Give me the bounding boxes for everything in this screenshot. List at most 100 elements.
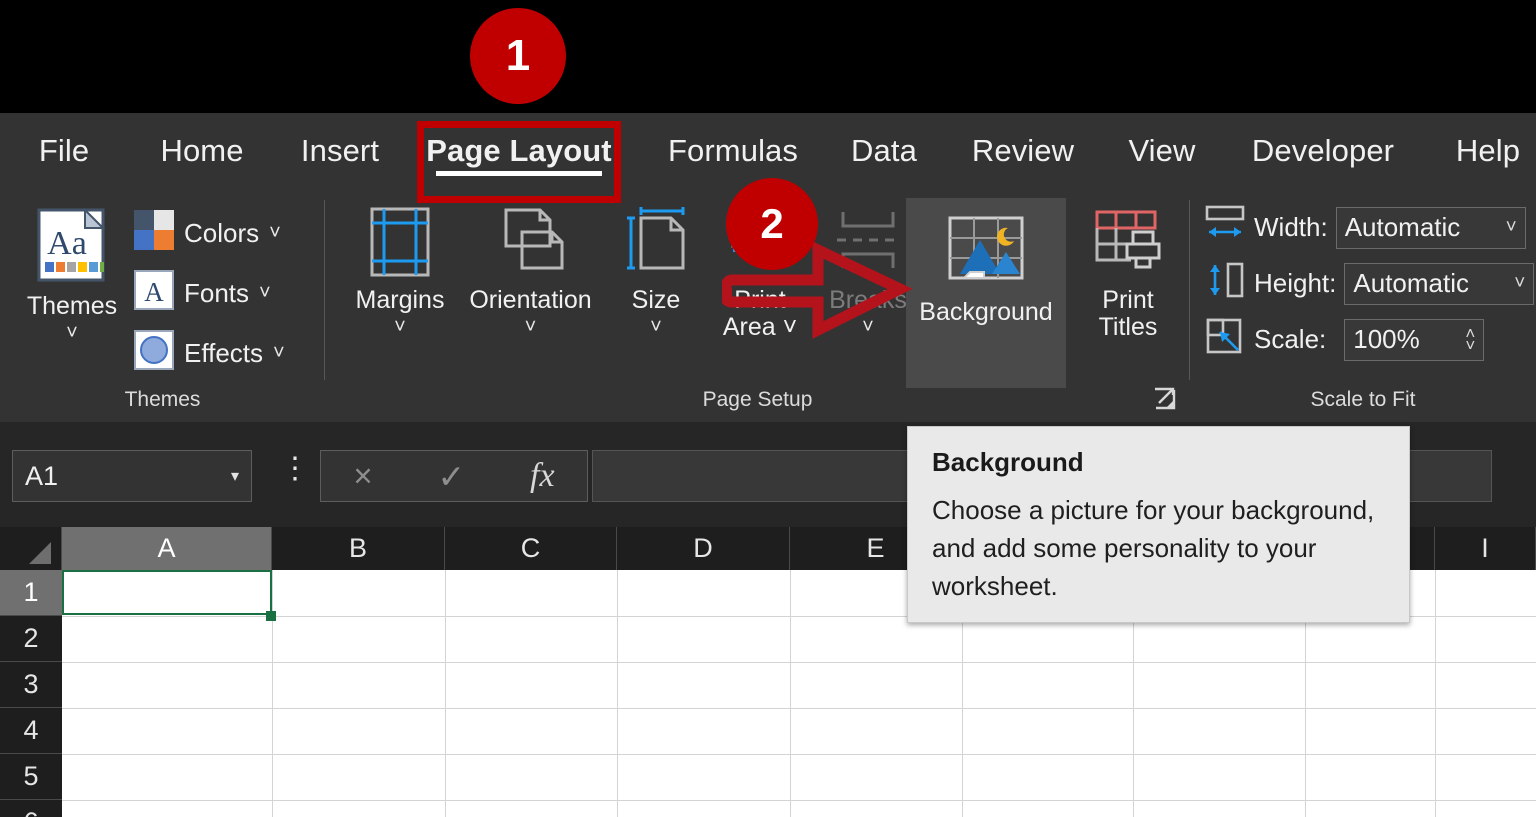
width-icon — [1204, 204, 1246, 251]
size-button-label: Size — [632, 287, 681, 313]
print-titles-button[interactable]: Print Titles — [1078, 206, 1178, 340]
colors-icon — [134, 210, 174, 257]
column-header-C[interactable]: C — [445, 527, 617, 570]
grid-vertical-line — [1435, 570, 1436, 817]
orientation-button[interactable]: Orientation ˅ — [458, 206, 603, 337]
ribbon-tab-label: Formulas — [668, 133, 798, 169]
ribbon-tab-insert[interactable]: Insert — [285, 113, 395, 188]
grid-horizontal-line — [62, 754, 1536, 755]
colors-chevron-down-icon[interactable]: ˅ — [269, 222, 281, 245]
ribbon-tab-label: View — [1128, 133, 1195, 169]
themes-button[interactable]: Aa Themes ˅ — [18, 206, 126, 343]
select-all-corner[interactable] — [0, 527, 62, 570]
ribbon-tab-developer[interactable]: Developer — [1238, 113, 1408, 188]
column-header-B[interactable]: B — [272, 527, 445, 570]
confirm-icon[interactable]: ✓ — [438, 457, 466, 496]
effects-button[interactable]: Effects ˅ — [134, 330, 285, 377]
ribbon-tab-label: Developer — [1252, 133, 1394, 169]
cancel-icon[interactable]: × — [353, 457, 372, 495]
margins-button[interactable]: Margins ˅ — [345, 206, 455, 337]
ribbon-tab-label: Data — [851, 133, 917, 169]
grid-horizontal-line — [62, 662, 1536, 663]
row-header-1[interactable]: 1 — [0, 570, 62, 616]
ribbon-tab-data[interactable]: Data — [840, 113, 928, 188]
group-separator — [324, 200, 325, 380]
themes-button-label: Themes — [27, 293, 117, 319]
formula-bar-more-icon[interactable]: ⋮ — [280, 458, 298, 481]
colors-button[interactable]: Colors ˅ — [134, 210, 281, 257]
themes-chevron-down-icon[interactable]: ˅ — [66, 323, 78, 343]
column-header-A[interactable]: A — [62, 527, 272, 570]
size-button[interactable]: Size ˅ — [608, 206, 704, 337]
margins-button-label: Margins — [356, 287, 445, 313]
scale-stepper[interactable]: 100% ˄ ˅ — [1344, 319, 1484, 361]
height-label: Height: — [1254, 268, 1336, 299]
name-box-value: A1 — [25, 461, 58, 492]
row-header-4[interactable]: 4 — [0, 708, 62, 754]
grid-horizontal-line — [62, 708, 1536, 709]
print-titles-button-label-line1: Print — [1102, 287, 1153, 313]
row-header-3[interactable]: 3 — [0, 662, 62, 708]
fonts-button-label: Fonts — [184, 278, 249, 309]
orientation-button-label: Orientation — [469, 287, 591, 313]
width-chevron-down-icon[interactable]: ˅ — [1506, 217, 1517, 239]
ribbon-tab-formulas[interactable]: Formulas — [653, 113, 813, 188]
name-box-chevron-down-icon[interactable]: ▾ — [231, 466, 239, 486]
svg-text:A: A — [144, 277, 164, 307]
ribbon-group-label-page-setup: Page Setup — [325, 388, 1190, 412]
print-titles-icon — [1091, 206, 1165, 283]
column-header-I[interactable]: I — [1435, 527, 1536, 570]
size-icon — [619, 206, 693, 283]
svg-text:Aa: Aa — [47, 225, 87, 262]
insert-function-icon[interactable]: fx — [530, 457, 555, 495]
height-select[interactable]: Automatic ˅ — [1344, 263, 1534, 305]
ribbon-tab-bar: FileHomeInsertPage LayoutFormulasDataRev… — [0, 113, 1536, 188]
fonts-button[interactable]: A Fonts ˅ — [134, 270, 271, 317]
tooltip-body: Choose a picture for your background, an… — [932, 492, 1385, 606]
background-button-label: Background — [919, 299, 1052, 325]
orientation-chevron-down-icon[interactable]: ˅ — [525, 317, 537, 337]
margins-icon — [366, 206, 434, 283]
colors-button-label: Colors — [184, 218, 259, 249]
ribbon-tab-review[interactable]: Review — [962, 113, 1084, 188]
scale-down-icon[interactable]: ˅ — [1465, 340, 1475, 351]
width-value: Automatic — [1345, 212, 1461, 243]
fonts-chevron-down-icon[interactable]: ˅ — [259, 282, 271, 305]
ribbon-tab-label: Home — [160, 133, 243, 169]
step-1-badge: 1 — [470, 8, 566, 104]
print-titles-button-label-line2: Titles — [1099, 314, 1158, 340]
formula-bar-buttons: × ✓ fx — [320, 450, 588, 502]
grid-vertical-line — [445, 570, 446, 817]
ribbon-tab-home[interactable]: Home — [138, 113, 266, 188]
themes-icon: Aa — [33, 206, 111, 289]
row-header-6[interactable]: 6 — [0, 800, 62, 817]
background-tooltip: Background Choose a picture for your bac… — [907, 426, 1410, 623]
fill-handle[interactable] — [266, 611, 276, 621]
scale-icon — [1204, 316, 1246, 363]
orientation-icon — [494, 206, 568, 283]
row-header-5[interactable]: 5 — [0, 754, 62, 800]
size-chevron-down-icon[interactable]: ˅ — [650, 317, 662, 337]
background-button[interactable]: Background — [906, 198, 1066, 388]
name-box[interactable]: A1 ▾ — [12, 450, 252, 502]
height-value: Automatic — [1353, 268, 1469, 299]
grid-horizontal-line — [62, 800, 1536, 801]
column-header-D[interactable]: D — [617, 527, 790, 570]
effects-chevron-down-icon[interactable]: ˅ — [273, 342, 285, 365]
height-chevron-down-icon[interactable]: ˅ — [1514, 273, 1525, 295]
width-select[interactable]: Automatic ˅ — [1336, 207, 1526, 249]
step-2-badge: 2 — [726, 178, 818, 270]
scale-percent-row: Scale: 100% ˄ ˅ — [1204, 316, 1484, 363]
grid-vertical-line — [790, 570, 791, 817]
scale-spinner[interactable]: ˄ ˅ — [1465, 328, 1475, 350]
step-2-number: 2 — [760, 200, 783, 248]
ribbon-tab-file[interactable]: File — [22, 113, 106, 188]
row-header-2[interactable]: 2 — [0, 616, 62, 662]
margins-chevron-down-icon[interactable]: ˅ — [394, 317, 406, 337]
scale-value: 100% — [1353, 324, 1420, 355]
background-icon — [946, 214, 1026, 295]
selected-cell-outline[interactable] — [62, 570, 272, 615]
width-label: Width: — [1254, 212, 1328, 243]
ribbon-tab-help[interactable]: Help — [1442, 113, 1534, 188]
ribbon-tab-view[interactable]: View — [1118, 113, 1206, 188]
